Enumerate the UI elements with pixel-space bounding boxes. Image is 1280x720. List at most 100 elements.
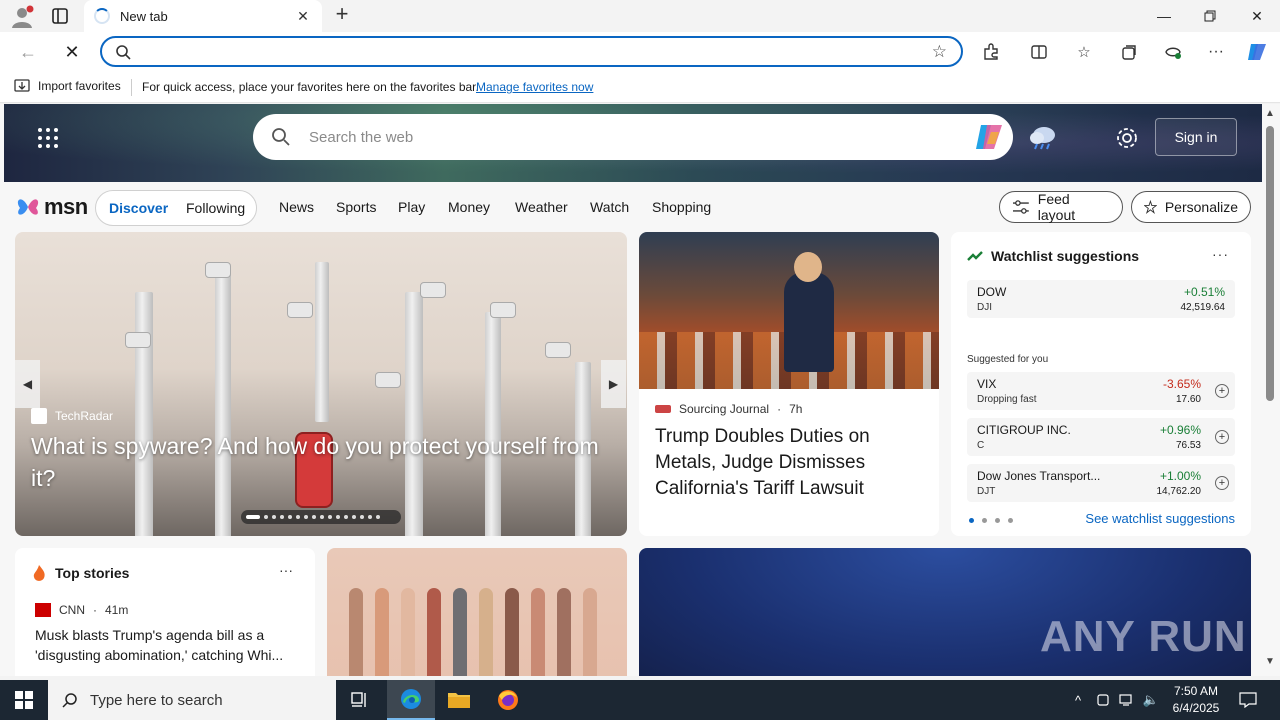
add-to-watchlist-icon[interactable]: + [1215,384,1229,398]
hero-carousel[interactable]: ◀ ▶ TechRadar What is spyware? And how d… [15,232,627,536]
personalize-button[interactable]: Personalize [1131,191,1251,223]
carousel-dot[interactable] [368,515,372,519]
nav-sports[interactable]: Sports [336,199,376,215]
tab-actions-button[interactable] [50,6,70,26]
taskbar-file-explorer[interactable] [435,680,483,720]
collections-icon[interactable] [1118,41,1140,63]
stock-row-citigroup[interactable]: CITIGROUP INC. C +0.96% 76.53 + [967,418,1235,456]
tray-device-icon[interactable] [1092,680,1114,720]
page-scrollbar[interactable]: ▲ ▼ [1262,104,1280,676]
sign-in-button[interactable]: Sign in [1155,118,1237,156]
nav-weather[interactable]: Weather [515,199,568,215]
settings-more-icon[interactable]: ··· [1205,41,1227,63]
scroll-down-icon[interactable]: ▼ [1265,656,1275,667]
notifications-icon[interactable] [1232,680,1264,720]
scroll-up-icon[interactable]: ▲ [1265,108,1275,119]
carousel-dot[interactable] [336,515,340,519]
split-screen-icon[interactable] [1028,41,1050,63]
browser-essentials-icon[interactable] [1162,41,1184,63]
nav-news[interactable]: News [279,199,314,215]
weather-icon[interactable] [1028,124,1058,150]
web-search-input[interactable] [309,127,909,147]
carousel-dot[interactable] [376,515,380,519]
carousel-dot[interactable] [272,515,276,519]
carousel-dot[interactable] [328,515,332,519]
task-view-button[interactable] [336,680,384,720]
carousel-dot[interactable] [344,515,348,519]
stock-row-djt[interactable]: Dow Jones Transport... DJT +1.00% 14,762… [967,464,1235,502]
add-to-watchlist-icon[interactable]: + [1215,430,1229,444]
pens-image-card[interactable] [327,548,627,676]
apps-launcher-icon[interactable] [38,128,58,148]
search-icon [62,693,77,708]
nav-shopping[interactable]: Shopping [652,199,711,215]
stock-row-dow[interactable]: DOW DJI +0.51% 42,519.64 [967,280,1235,318]
stop-loading-button[interactable]: ✕ [60,40,84,64]
minimize-button[interactable]: — [1141,0,1187,32]
extensions-icon[interactable] [980,41,1002,63]
new-tab-button[interactable]: + [331,3,353,26]
network-icon[interactable] [1116,680,1138,720]
address-input[interactable] [142,42,922,62]
import-favorites-button[interactable]: Import favorites [14,79,121,93]
taskbar-search-input[interactable] [90,691,310,709]
nav-watch[interactable]: Watch [590,199,629,215]
carousel-dot[interactable] [320,515,324,519]
carousel-dot[interactable] [352,515,356,519]
msn-logo[interactable]: msn [16,194,88,220]
address-bar[interactable]: ☆ [100,36,963,67]
system-clock[interactable]: 7:50 AM 6/4/2025 [1168,683,1224,717]
restore-button[interactable] [1187,0,1233,32]
stock-change: +0.96% [1159,423,1201,437]
tab-new-tab[interactable]: New tab ✕ [84,0,322,32]
nav-play[interactable]: Play [398,199,425,215]
see-watchlist-link[interactable]: See watchlist suggestions [1085,511,1235,526]
hero-headline[interactable]: What is spyware? And how do you protect … [31,430,611,494]
close-tab-icon[interactable]: ✕ [294,8,312,25]
stock-row-vix[interactable]: VIX Dropping fast -3.65% 17.60 + [967,372,1235,410]
manage-favorites-link[interactable]: Manage favorites now [476,80,593,94]
copilot-icon[interactable] [1246,41,1268,63]
volume-icon[interactable]: 🔈 [1140,680,1162,720]
carousel-dot[interactable] [360,515,364,519]
tab-discover[interactable]: Discover [109,200,168,216]
watchlist-pager[interactable] [969,518,1013,523]
news-card[interactable]: Sourcing Journal · 7h Trump Doubles Duti… [639,232,939,536]
add-to-watchlist-icon[interactable]: + [1215,476,1229,490]
carousel-dot[interactable] [296,515,300,519]
top-story-headline[interactable]: Musk blasts Trump's agenda bill as a 'di… [35,625,297,665]
scroll-thumb[interactable] [1266,126,1274,401]
taskbar-search[interactable] [48,680,336,720]
web-search-box[interactable] [253,114,1013,160]
tab-following[interactable]: Following [186,200,245,216]
copilot-icon[interactable] [973,122,1005,152]
feed-layout-button[interactable]: Feed layout [999,191,1123,223]
carousel-dot[interactable] [280,515,284,519]
tray-overflow-icon[interactable]: ^ [1066,680,1090,720]
carousel-dot[interactable] [264,515,268,519]
stock-change: -3.65% [1162,377,1201,391]
nav-money[interactable]: Money [448,199,490,215]
favorites-icon[interactable]: ☆ [1073,41,1095,63]
gear-icon[interactable] [1115,126,1139,150]
taskbar-firefox[interactable] [484,680,532,720]
task-view-icon [351,692,366,707]
favorite-star-icon[interactable]: ☆ [932,42,947,62]
top-stories-more-button[interactable]: ··· [279,562,293,578]
back-button[interactable]: ← [16,40,40,64]
carousel-prev-button[interactable]: ◀ [15,360,40,408]
carousel-dot[interactable] [288,515,292,519]
stock-symbol: DJI [977,302,992,313]
carousel-dot[interactable] [246,515,260,519]
carousel-dot[interactable] [304,515,308,519]
import-favorites-label: Import favorites [38,79,121,93]
watchlist-more-button[interactable]: ··· [1212,246,1229,262]
carousel-dot[interactable] [312,515,316,519]
carousel-next-button[interactable]: ▶ [601,360,626,408]
news-headline[interactable]: Trump Doubles Duties on Metals, Judge Di… [655,424,925,502]
carousel-indicator[interactable] [241,510,401,524]
profile-button[interactable] [10,5,34,29]
start-button[interactable] [0,680,48,720]
taskbar-edge[interactable] [387,680,435,720]
close-window-button[interactable]: ✕ [1234,0,1280,32]
